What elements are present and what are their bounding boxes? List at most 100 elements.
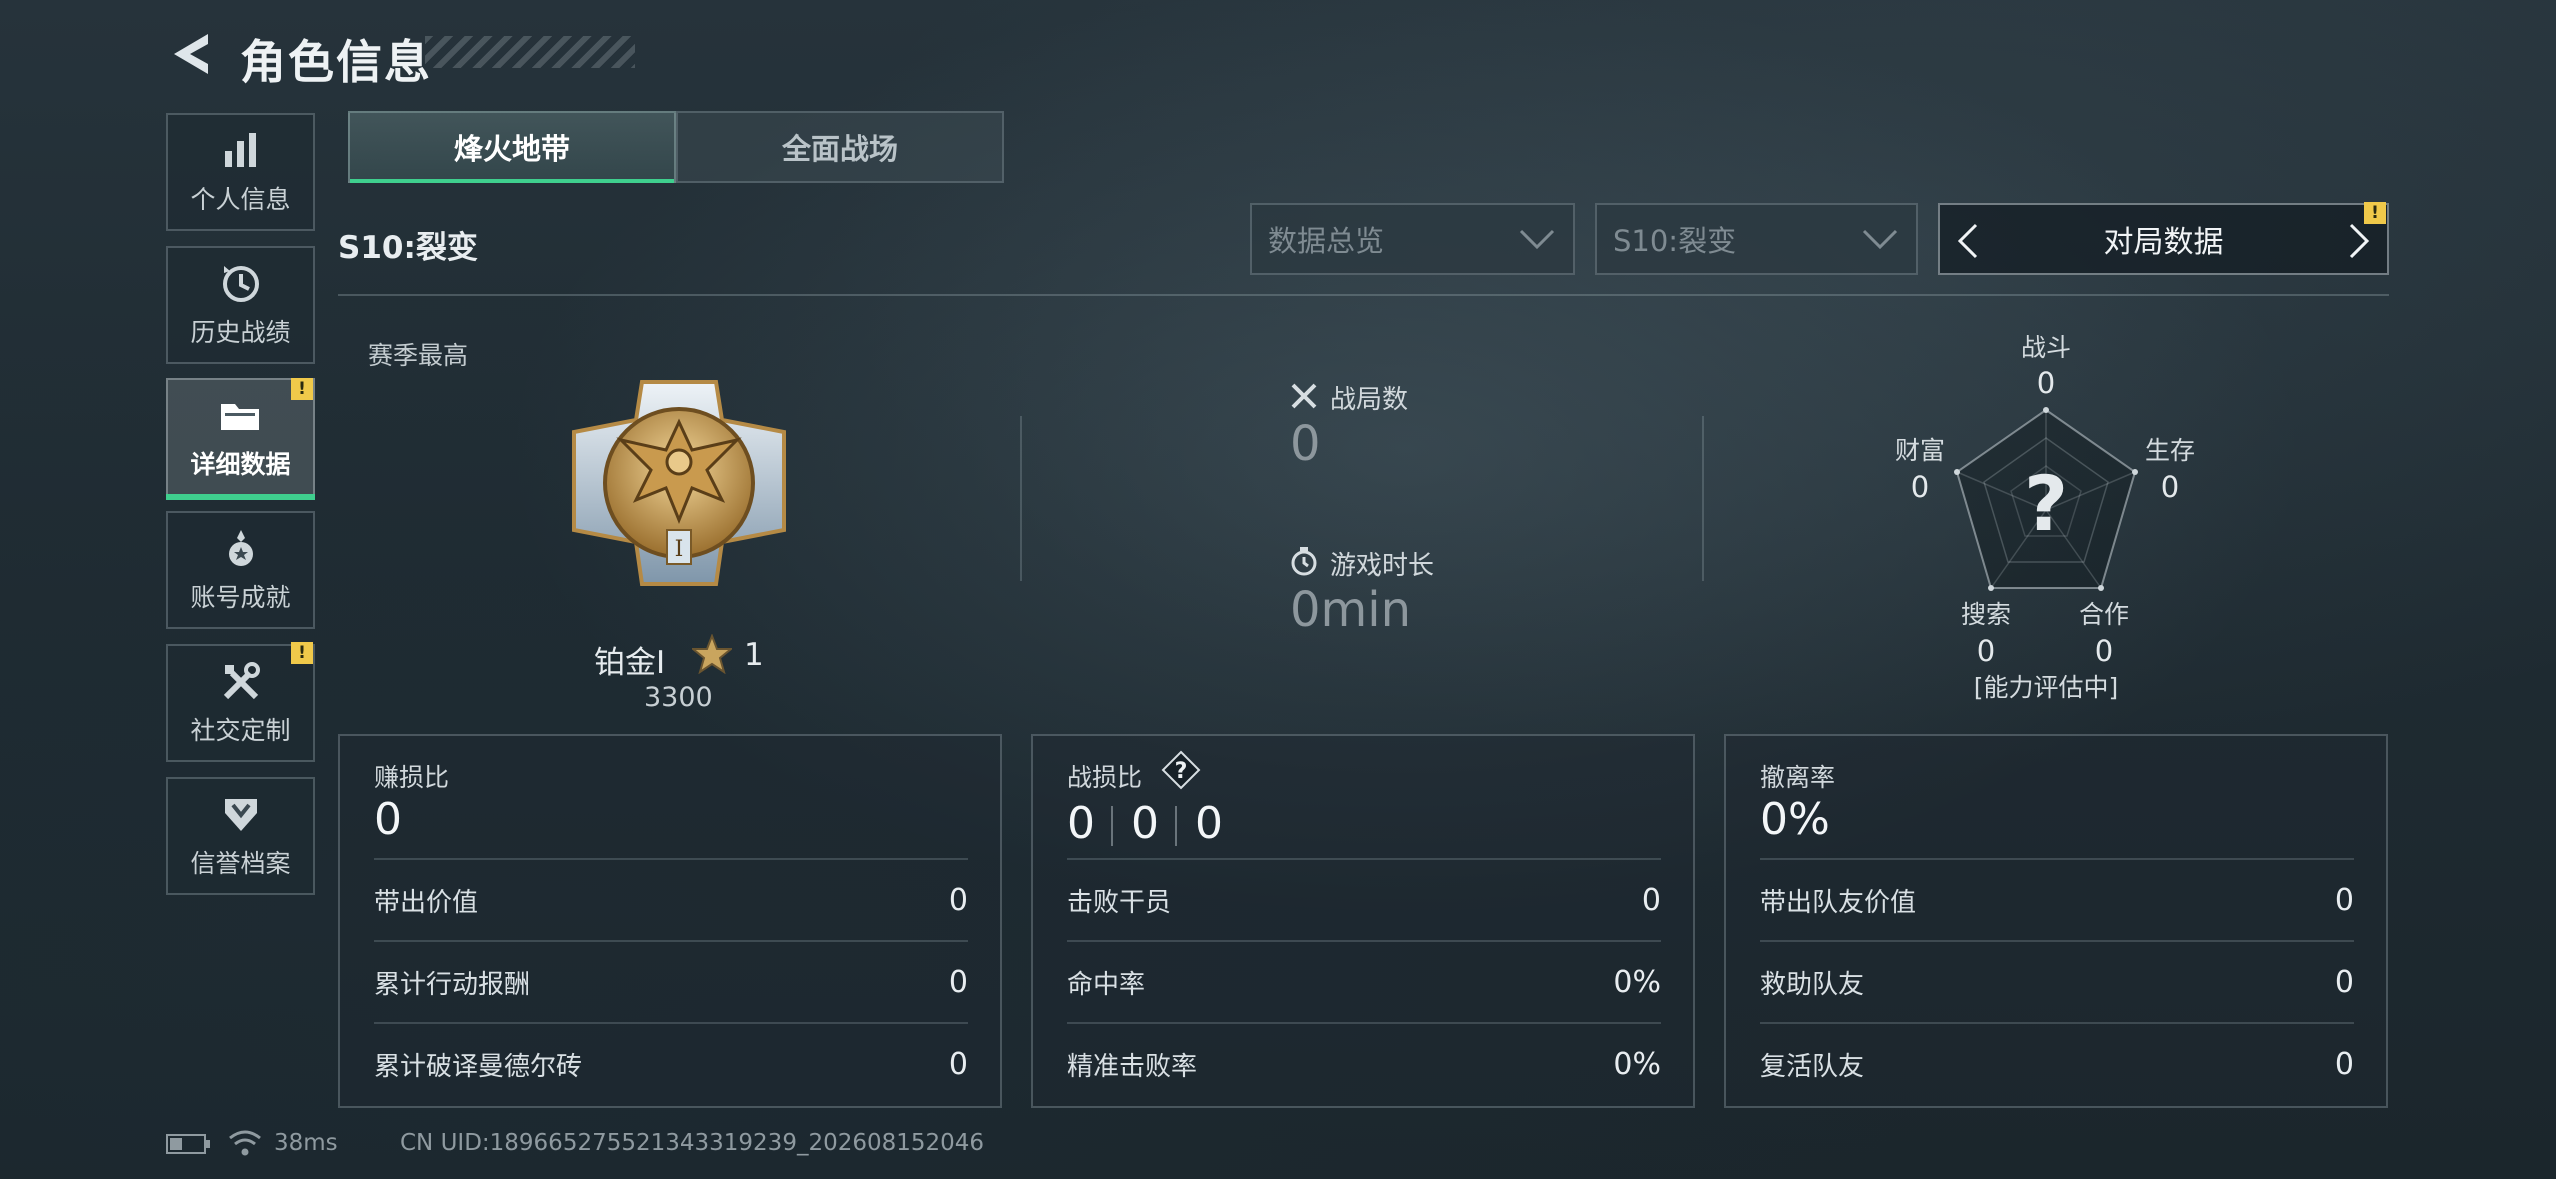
view-switcher-label: 对局数据	[2103, 225, 2224, 260]
star-icon	[692, 634, 732, 674]
dropdown-value: S10:裂变	[1613, 224, 1737, 258]
kd-ratio-part: 0	[1195, 798, 1223, 849]
stat-row-label: 累计行动报酬	[374, 969, 531, 1000]
radar-axis-value-search: 0	[1976, 634, 1996, 668]
tools-icon	[218, 659, 264, 705]
stat-row-value: 0	[1641, 882, 1661, 918]
stat-row: 累计行动报酬 0	[374, 940, 968, 1022]
rank-name: 铂金Ⅰ	[594, 645, 666, 681]
card-title: 战损比	[1067, 763, 1143, 792]
notification-badge: !	[2364, 202, 2386, 224]
title-decoration	[425, 36, 635, 68]
chevron-left-icon[interactable]	[1956, 223, 1980, 259]
stat-row-label: 复活队友	[1760, 1051, 1865, 1082]
stat-row: 带出价值 0	[374, 858, 968, 940]
stat-row-value: 0	[2334, 964, 2354, 1000]
sidebar-item-achievements[interactable]: 账号成就	[166, 511, 315, 629]
ratio-separator	[1175, 806, 1177, 846]
season-dropdown[interactable]: S10:裂变	[1595, 203, 1918, 275]
stat-row-value: 0	[2334, 882, 2354, 918]
sidebar-item-personal-info[interactable]: 个人信息	[166, 113, 315, 231]
folder-icon	[218, 393, 264, 439]
sidebar-item-label: 社交定制	[190, 716, 291, 745]
stat-row: 带出队友价值 0	[1760, 858, 2354, 940]
stat-row: 精准击败率 0%	[1067, 1022, 1661, 1104]
sidebar-item-label: 个人信息	[190, 185, 291, 214]
stat-row-value: 0%	[1613, 964, 1661, 1000]
chevron-down-icon	[1862, 229, 1898, 250]
card-main-value: 0%	[1760, 794, 1830, 845]
sidebar-item-label: 详细数据	[190, 450, 291, 479]
playtime-value: 0min	[1290, 582, 1412, 638]
card-main-value: 0	[374, 794, 402, 845]
card-title: 撤离率	[1760, 763, 1836, 792]
radar-axis-value-combat: 0	[2036, 366, 2056, 400]
tab-full-battlefield[interactable]: 全面战场	[676, 111, 1004, 183]
sidebar-item-label: 信誉档案	[190, 849, 291, 878]
season-best-label: 赛季最高	[368, 341, 469, 370]
notification-badge: !	[291, 378, 313, 400]
back-arrow-icon[interactable]	[168, 30, 214, 78]
chevron-right-icon[interactable]	[2347, 223, 2371, 259]
medal-icon	[218, 526, 264, 572]
crossed-swords-icon	[1291, 383, 1317, 409]
sidebar-item-label: 历史战绩	[190, 318, 291, 347]
page-title: 角色信息	[240, 35, 432, 89]
stat-row-label: 精准击败率	[1067, 1051, 1198, 1082]
radar-axis-label-wealth: 财富	[1894, 436, 1945, 465]
rank-star-count: 1	[744, 637, 764, 673]
sidebar-item-label: 账号成就	[190, 583, 291, 612]
playtime-label: 游戏时长	[1330, 551, 1435, 581]
wifi-icon	[229, 1130, 261, 1156]
divider	[1702, 416, 1704, 581]
notification-badge: !	[291, 642, 313, 664]
ping-value: 38ms	[274, 1130, 338, 1156]
divider	[1020, 416, 1022, 581]
bar-chart-icon	[218, 128, 264, 174]
help-icon-glyph: ?	[1175, 759, 1188, 784]
stat-row: 命中率 0%	[1067, 940, 1661, 1022]
stat-row-value: 0	[948, 882, 968, 918]
shield-icon	[218, 792, 264, 838]
radar-axis-label-combat: 战斗	[2020, 333, 2071, 362]
kd-ratio-part: 0	[1131, 798, 1159, 849]
stopwatch-icon	[1291, 547, 1317, 576]
profit-loss-card: 赚损比 0 带出价值 0 累计行动报酬 0 累计破译曼德尔砖 0	[338, 734, 1002, 1108]
stat-row-value: 0%	[1613, 1046, 1661, 1082]
card-title: 赚损比	[374, 763, 450, 792]
radar-axis-value-cooperation: 0	[2094, 634, 2114, 668]
radar-axis-label-search: 搜索	[1960, 600, 2011, 629]
overview-dropdown[interactable]: 数据总览	[1250, 203, 1575, 275]
view-switcher[interactable]: 对局数据	[1938, 203, 2389, 275]
rank-emblem-numeral: I	[675, 537, 684, 562]
stat-row-value: 0	[2334, 1046, 2354, 1082]
rank-score: 3300	[644, 682, 713, 713]
help-icon[interactable]: ?	[1161, 750, 1201, 790]
ratio-separator	[1111, 806, 1113, 846]
sidebar-item-history[interactable]: 历史战绩	[166, 246, 315, 364]
kd-ratio-part: 0	[1067, 798, 1095, 849]
stat-row-label: 击败干员	[1067, 887, 1172, 918]
stat-row: 救助队友 0	[1760, 940, 2354, 1022]
stat-row: 复活队友 0	[1760, 1022, 2354, 1104]
stat-row-label: 带出价值	[374, 887, 479, 918]
matches-label: 战局数	[1330, 385, 1409, 415]
radar-axis-label-cooperation: 合作	[2078, 600, 2129, 629]
rank-emblem-icon: I	[572, 380, 786, 586]
sidebar-item-credit-record[interactable]: 信誉档案	[166, 777, 315, 895]
extraction-card: 撤离率 0% 带出队友价值 0 救助队友 0 复活队友 0	[1724, 734, 2388, 1108]
ability-radar-chart: ?	[1954, 407, 2138, 591]
stat-row-label: 命中率	[1067, 969, 1146, 1000]
stat-row-value: 0	[948, 1046, 968, 1082]
season-label: S10:裂变	[338, 230, 478, 266]
radar-axis-value-survival: 0	[2160, 470, 2180, 504]
radar-center-symbol: ?	[2024, 459, 2068, 548]
chevron-down-icon	[1519, 229, 1555, 250]
clock-icon	[218, 261, 264, 307]
radar-axis-value-wealth: 0	[1910, 470, 1930, 504]
stat-row: 击败干员 0	[1067, 858, 1661, 940]
tab-hazard-zone[interactable]: 烽火地带	[348, 111, 676, 183]
stat-row-label: 带出队友价值	[1760, 887, 1917, 918]
radar-axis-label-survival: 生存	[2144, 436, 2195, 465]
radar-status: [能力评估中]	[1973, 673, 2119, 702]
